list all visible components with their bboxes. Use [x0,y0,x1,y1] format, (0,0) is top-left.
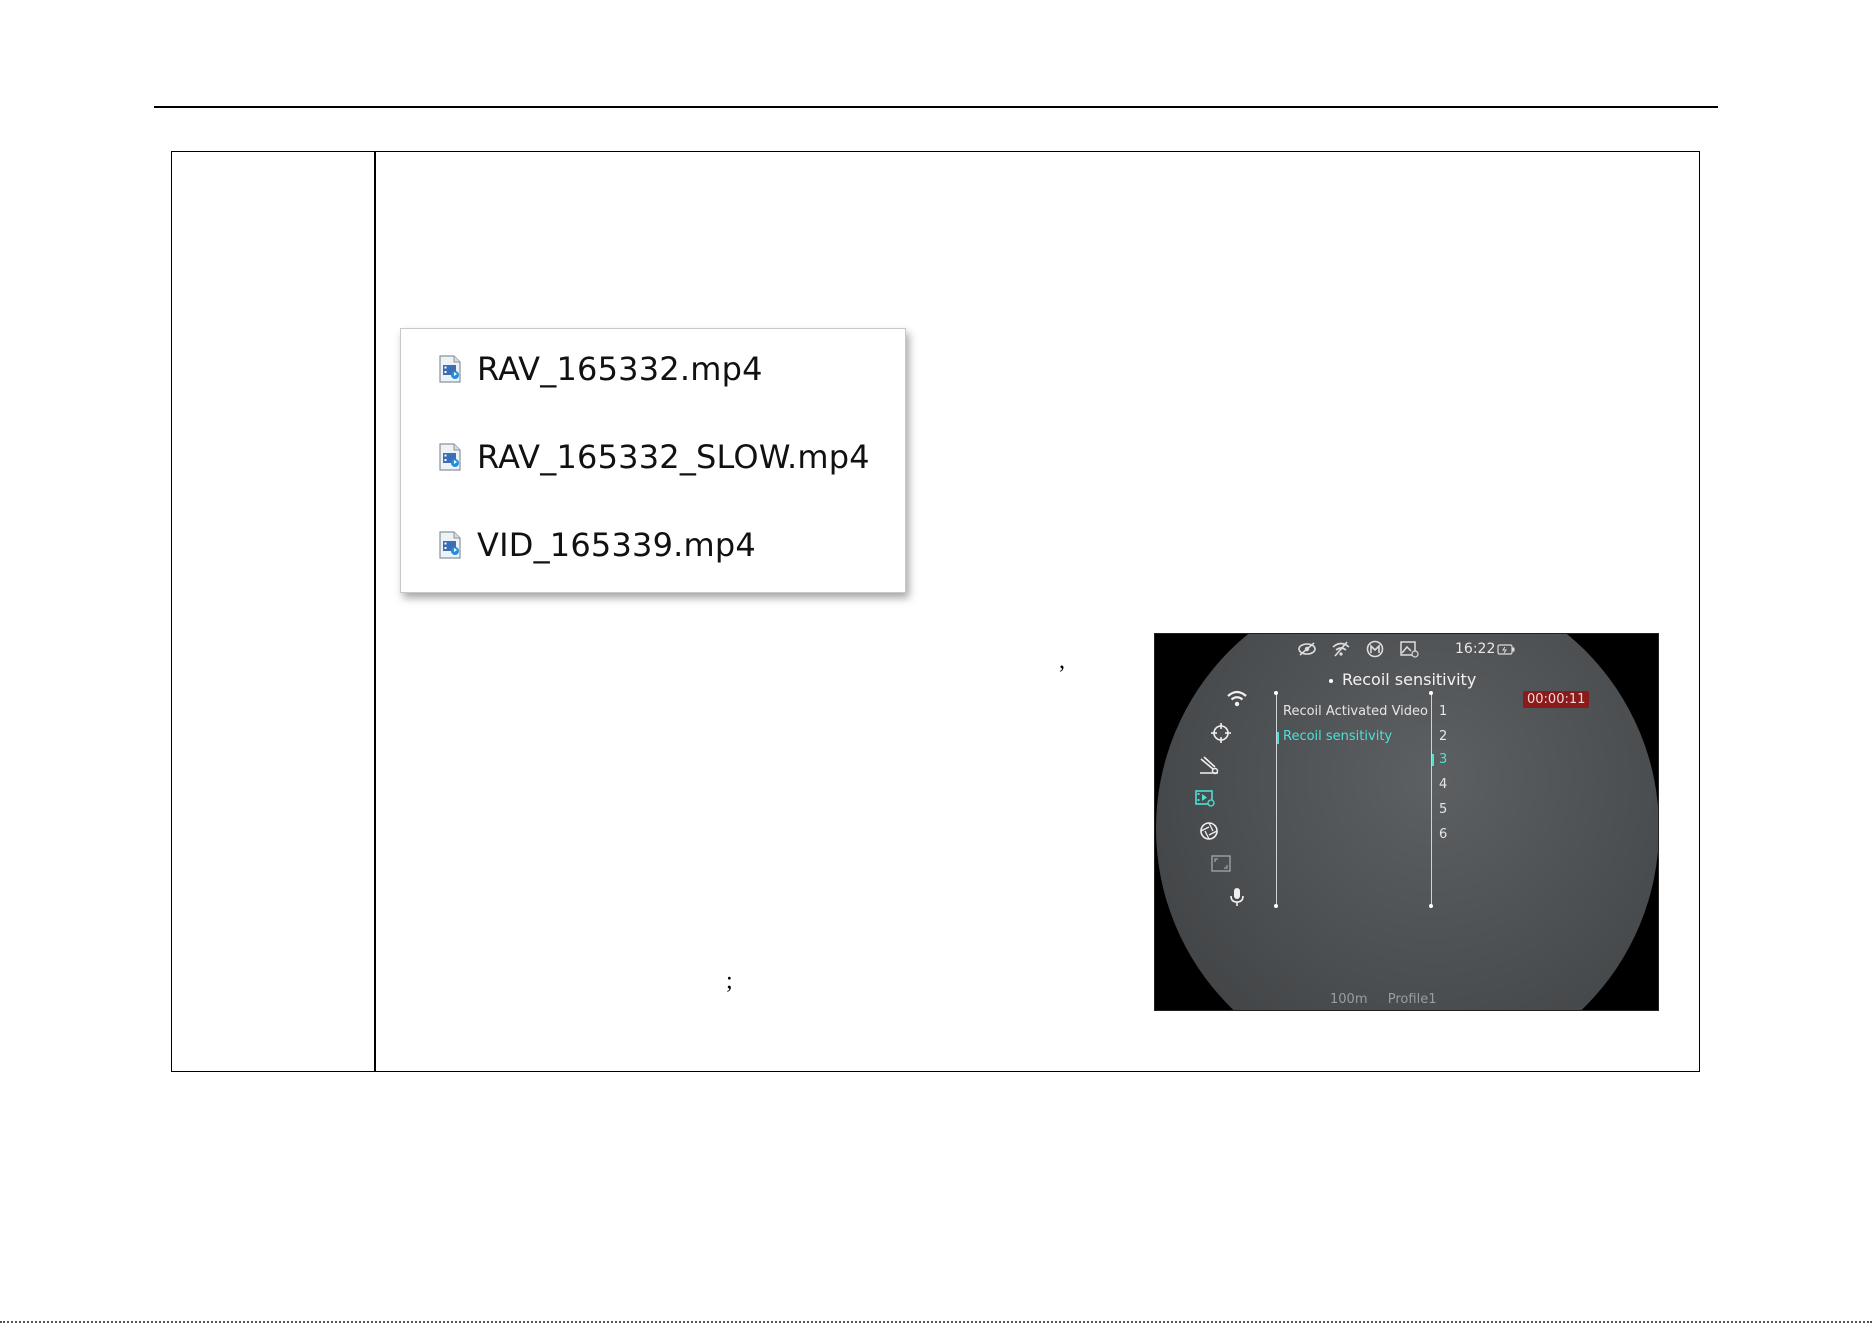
wifi-icon[interactable] [1226,687,1248,709]
profile-label: Profile1 [1387,992,1437,1007]
stray-semicolon: ; [726,968,733,994]
header-rule [154,106,1718,108]
distance-readout: 100m [1330,992,1368,1007]
divider-dot [1429,691,1433,695]
eye-off-icon [1298,642,1316,656]
menu-title: Recoil sensitivity [1329,670,1476,689]
table-column-divider [374,151,376,1072]
rangefinder-icon[interactable] [1198,754,1220,776]
footer-rule [0,1321,1872,1323]
option-3[interactable]: 3 [1439,752,1447,767]
options-divider [1431,694,1432,906]
picture-in-picture-icon[interactable] [1210,853,1232,875]
crosshair-icon[interactable] [1210,722,1232,744]
wifi-off-icon [1332,641,1350,657]
menu-item-recoil-activated-video[interactable]: Recoil Activated Video [1283,704,1428,719]
file-item[interactable]: VID_165339.mp4 [435,523,756,567]
file-name: RAV_165332.mp4 [477,350,763,388]
recording-timer: 00:00:11 [1523,691,1590,708]
battery-icon [1497,644,1515,655]
stray-comma: , [1059,648,1065,674]
option-2[interactable]: 2 [1439,729,1447,744]
option-1[interactable]: 1 [1439,704,1447,719]
menu-divider [1276,694,1277,906]
title-dot [1329,678,1333,683]
option-5[interactable]: 5 [1439,802,1447,817]
selected-option-marker [1432,754,1434,766]
video-file-icon [439,443,461,471]
mode-m-icon [1366,640,1384,658]
device-screenshot: 16:22 Recoil sensitivity 00:00:11 Recoil… [1154,633,1659,1011]
video-file-icon [439,531,461,559]
divider-dot [1429,904,1433,908]
video-settings-icon[interactable] [1194,787,1216,809]
microphone-icon[interactable] [1226,886,1248,908]
status-bar: 16:22 [1155,638,1658,660]
divider-dot [1274,691,1278,695]
selected-item-marker [1277,732,1279,744]
bottom-info: 100m Profile1 [1330,992,1436,1007]
file-name: VID_165339.mp4 [477,526,756,564]
menu-item-recoil-sensitivity[interactable]: Recoil sensitivity [1283,729,1392,744]
video-file-icon [439,355,461,383]
file-item[interactable]: RAV_165332.mp4 [435,347,763,391]
divider-dot [1274,904,1278,908]
file-list-panel: RAV_165332.mp4 RAV_165332_SLOW.mp4 VID_1… [400,328,906,593]
file-item[interactable]: RAV_165332_SLOW.mp4 [435,435,870,479]
file-name: RAV_165332_SLOW.mp4 [477,438,870,476]
image-settings-icon [1400,641,1419,658]
option-4[interactable]: 4 [1439,777,1447,792]
clock: 16:22 [1455,641,1496,657]
option-6[interactable]: 6 [1439,827,1447,842]
aperture-icon[interactable] [1198,820,1220,842]
menu-title-label: Recoil sensitivity [1342,670,1477,689]
